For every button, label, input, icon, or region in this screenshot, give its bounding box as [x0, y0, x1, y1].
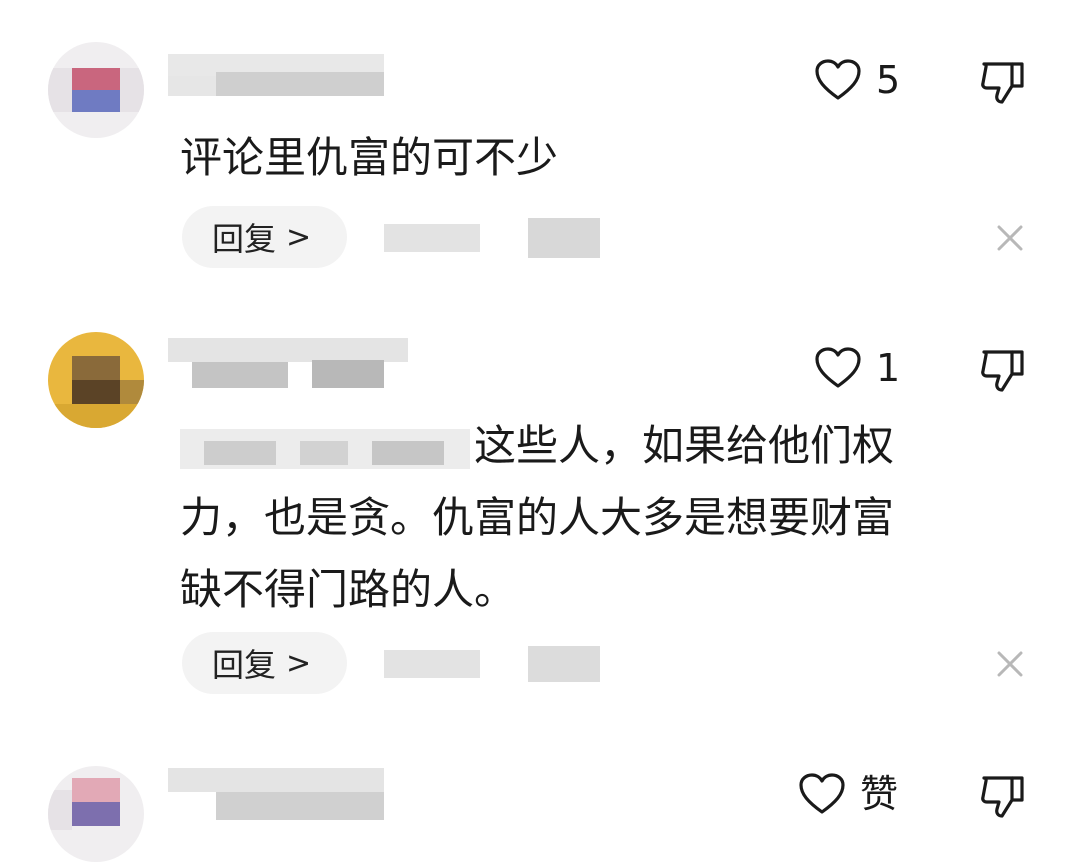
comment-item: 5 评论里仇富的可不少 回复 > — [0, 0, 1080, 290]
comment-text-line: 缺不得门路的人。 — [180, 565, 517, 614]
reply-label: 回复 — [212, 646, 277, 684]
thumbs-down-icon[interactable] — [978, 770, 1028, 820]
comment-text: 评论里仇富的可不少 — [180, 122, 558, 194]
reply-button[interactable]: 回复 > — [182, 206, 348, 268]
like-button[interactable]: 5 — [814, 58, 900, 102]
comment-meta-blurred — [384, 640, 604, 688]
comment-text-segment: 这些人，如果给他们权 — [474, 421, 895, 470]
thumbs-down-icon[interactable] — [978, 56, 1028, 106]
avatar[interactable] — [48, 42, 144, 138]
chevron-right-icon: > — [286, 645, 312, 681]
like-button[interactable]: 1 — [814, 346, 900, 390]
comment-text-line: 评论里仇富的可不少 — [180, 133, 559, 182]
comment-meta-blurred — [384, 214, 604, 262]
heart-outline-icon — [815, 347, 861, 388]
close-icon[interactable] — [996, 650, 1024, 678]
heart-outline-icon — [815, 59, 861, 100]
reply-label: 回复 — [212, 220, 277, 258]
heart-outline-icon — [799, 773, 845, 814]
comment-text-line: 力，也是贪。仇富的人大多是想要财富 — [180, 493, 895, 542]
avatar[interactable] — [48, 766, 144, 862]
username-blurred[interactable] — [168, 48, 384, 108]
close-icon[interactable] — [996, 224, 1024, 252]
username-blurred[interactable] — [168, 768, 384, 828]
thumbs-down-icon[interactable] — [978, 344, 1028, 394]
comment-text-line: 这些人，如果给他们权 — [180, 410, 894, 482]
like-count: 5 — [876, 58, 901, 102]
like-button[interactable]: 赞 — [798, 772, 898, 816]
like-count: 1 — [876, 346, 901, 390]
comment-item: 1 这些人，如果给他们权 力，也是贪。仇富的人大多是想要财富 缺不得门路的人。 … — [0, 290, 1080, 750]
like-label: 赞 — [860, 772, 899, 816]
username-blurred[interactable] — [168, 338, 408, 398]
avatar[interactable] — [48, 332, 144, 428]
reply-button[interactable]: 回复 > — [182, 632, 348, 694]
comment-item: 赞 — [0, 750, 1080, 862]
comment-text: 这些人，如果给他们权 力，也是贪。仇富的人大多是想要财富 缺不得门路的人。 — [180, 410, 894, 626]
mention-blurred[interactable] — [180, 425, 470, 473]
chevron-right-icon: > — [286, 219, 312, 255]
